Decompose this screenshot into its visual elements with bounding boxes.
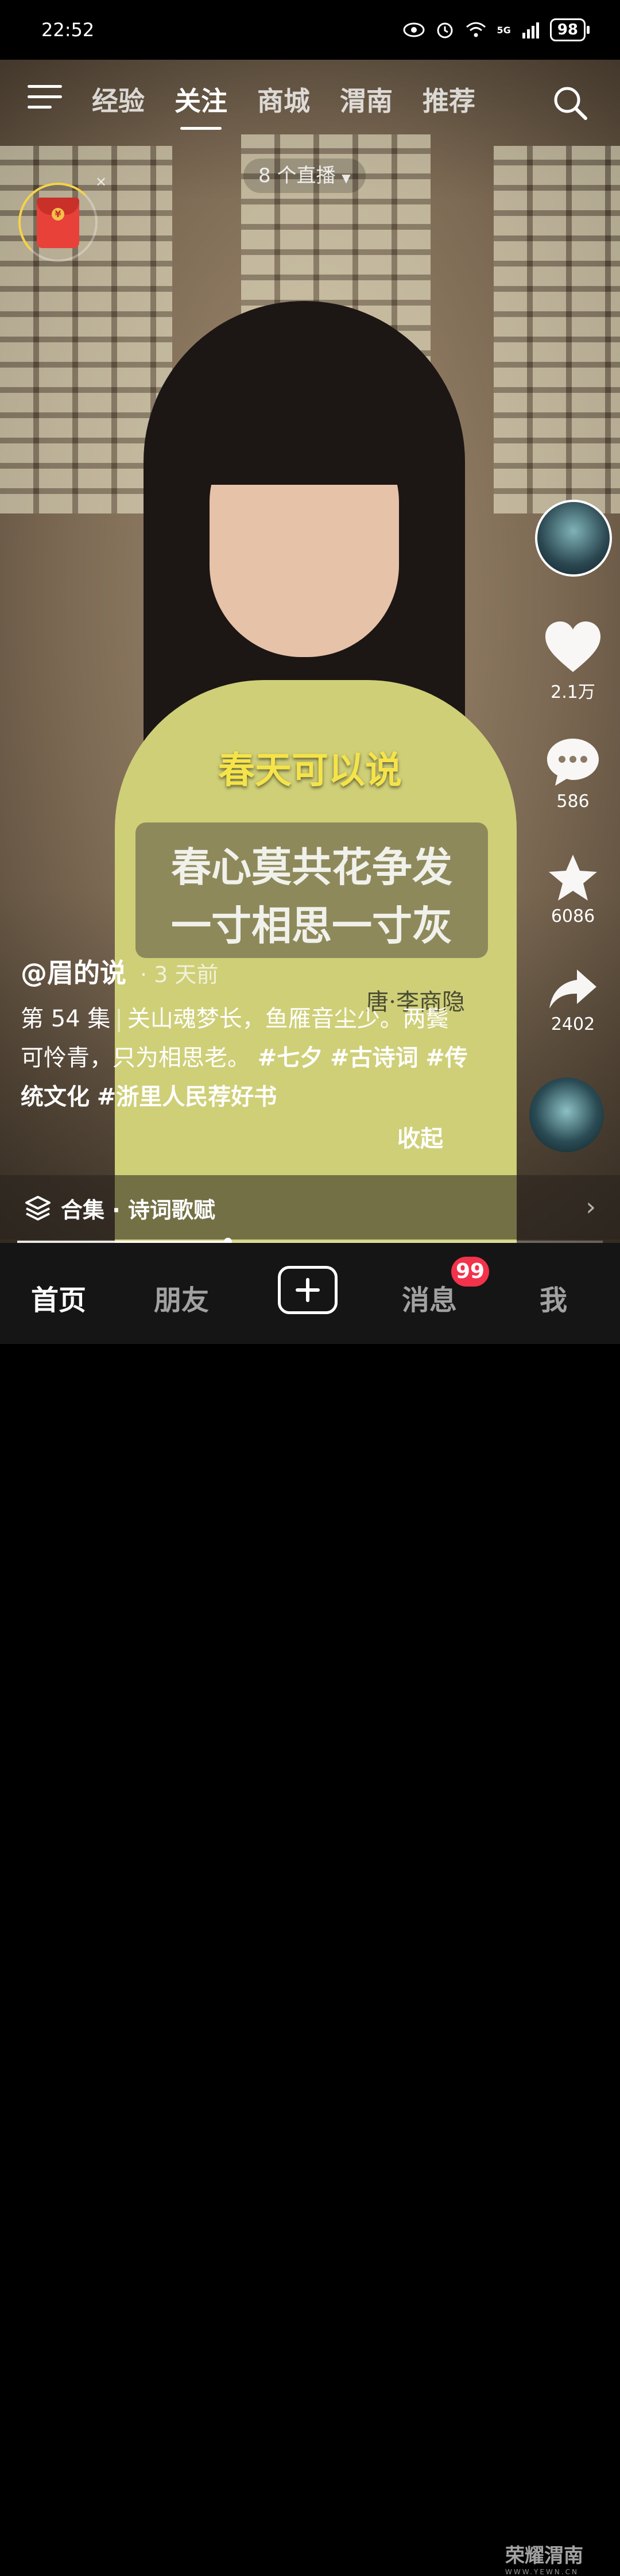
share-button[interactable]: 2402 [533,967,613,1034]
video-caption: 春天可以说 [218,750,402,792]
collapse-button[interactable]: 收起 [397,1120,443,1153]
collection-bar[interactable]: 合集 · 诗词歌赋 › [0,1175,620,1239]
top-tabs: 经验 关注 商城 渭南 推荐 [92,80,475,130]
nav-home[interactable]: 首页 [31,1277,86,1318]
create-post-button[interactable] [278,1266,338,1314]
hashtag[interactable]: #浙里人民荐好书 [97,1084,277,1110]
status-time: 22:52 [41,19,95,41]
share-count: 2402 [551,1014,595,1034]
signal-icon [522,22,539,38]
nav-messages[interactable]: 消息 [402,1277,457,1318]
alarm-icon [437,22,453,38]
menu-icon[interactable] [28,85,62,111]
hashtag[interactable]: #古诗词 [330,1045,418,1071]
share-arrow-icon [549,970,596,1009]
poem-line-2: 一寸相思一寸灰 [171,902,452,949]
top-nav: 经验 关注 商城 渭南 推荐 [0,60,620,134]
star-icon [549,855,597,901]
episode-label: 第 54 集 [21,1006,111,1032]
favorite-count: 6086 [551,906,595,926]
status-bar: 22:52 5G 98 [0,0,620,60]
tab-experience[interactable]: 经验 [92,80,145,118]
redpacket-icon[interactable]: ¥ [37,198,79,248]
post-description[interactable]: 第 54 集 | 关山魂梦长，鱼雁音尘少。两鬓可怜青，只为相思老。 #七夕 #古诗词… [21,999,468,1117]
message-badge: 99 [451,1257,490,1287]
author-row: @眉的说 · 3 天前 [21,952,218,990]
collection-label: 合集 · 诗词歌赋 [61,1198,215,1223]
watermark-logo: 荣耀渭南 WWW.YEWN.CN [505,2540,583,2576]
like-count: 2.1万 [551,682,595,702]
nav-me[interactable]: 我 [540,1277,567,1318]
hashtag[interactable]: #七夕 [258,1045,323,1071]
poem-overlay: 春心莫共花争发 一寸相思一寸灰 [135,822,488,958]
battery-indicator: 98 [549,18,590,41]
comment-count: 586 [556,791,590,812]
eye-icon [403,22,425,37]
like-button[interactable]: 2.1万 [533,620,613,703]
wifi-icon [466,22,486,37]
heart-icon [545,621,600,672]
tab-weinan[interactable]: 渭南 [340,80,393,118]
network-type: 5G [497,24,511,36]
tab-mall[interactable]: 商城 [257,80,310,118]
live-count-button[interactable]: 8 个直播 ▼ [243,159,366,193]
tab-recommend[interactable]: 推荐 [423,80,475,118]
poem-line-1: 春心莫共花争发 [171,843,452,891]
watermark-text: 荣耀渭南 [505,2544,583,2567]
author-avatar[interactable] [535,500,612,577]
music-disc-avatar[interactable] [529,1077,604,1152]
bottom-nav: 首页 朋友 消息 99 我 荣耀渭南 WWW.YEWN.CN [0,1243,620,2576]
search-icon[interactable] [550,83,590,123]
watermark-url: WWW.YEWN.CN [505,2568,579,2576]
post-time: · 3 天前 [140,962,219,987]
tab-following[interactable]: 关注 [175,80,227,130]
chevron-right-icon: › [586,1192,596,1222]
close-icon[interactable]: × [95,173,107,190]
layers-icon [25,1196,51,1221]
live-count-label: 8 个直播 [258,164,336,187]
nav-friends[interactable]: 朋友 [154,1277,209,1318]
status-icons: 5G 98 [403,18,590,41]
caret-down-icon: ▼ [342,171,351,185]
favorite-button[interactable]: 6086 [533,852,613,926]
author-name[interactable]: @眉的说 [21,952,126,990]
